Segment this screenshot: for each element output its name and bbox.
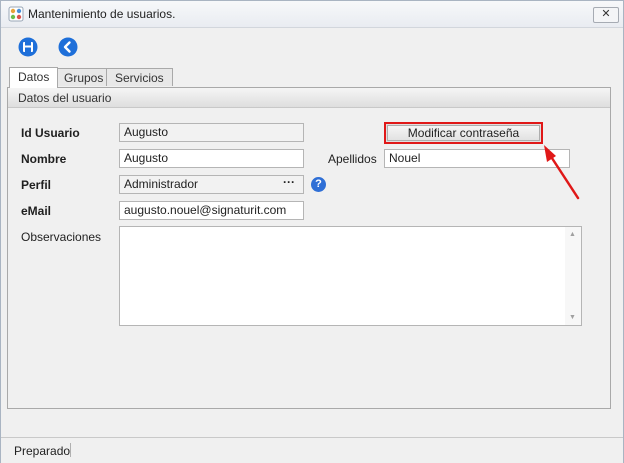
nombre-field[interactable]: Augusto <box>119 149 304 168</box>
floppy-disk-icon <box>18 37 38 57</box>
window-title: Mantenimiento de usuarios. <box>28 7 176 21</box>
save-button[interactable] <box>14 33 42 61</box>
section-title: Datos del usuario <box>18 91 112 105</box>
app-icon <box>8 6 24 22</box>
status-text: Preparado <box>14 444 71 458</box>
back-arrow-icon <box>58 37 78 57</box>
perfil-label: Perfil <box>21 178 52 192</box>
close-icon: ✕ <box>601 8 611 20</box>
perfil-value: Administrador <box>124 177 199 191</box>
apellidos-field[interactable]: Nouel <box>384 149 570 168</box>
section-header: Datos del usuario <box>8 88 610 108</box>
modify-password-label: Modificar contraseña <box>387 125 540 141</box>
apellidos-label: Apellidos <box>328 152 377 166</box>
id-usuario-field: Augusto <box>119 123 304 142</box>
email-label: eMail <box>21 204 52 218</box>
close-button[interactable]: ✕ <box>593 7 619 23</box>
main-window: Mantenimiento de usuarios. ✕ Datos Grupo… <box>0 0 624 463</box>
nombre-label: Nombre <box>21 152 67 166</box>
help-icon[interactable]: ? <box>311 177 326 192</box>
toolbar <box>9 33 209 63</box>
modify-password-button[interactable]: Modificar contraseña <box>384 122 543 144</box>
tab-grupos[interactable]: Grupos <box>55 68 113 86</box>
status-separator <box>70 443 71 457</box>
status-bar: Preparado <box>1 437 623 463</box>
observaciones-textarea[interactable]: ▲ ▼ <box>119 226 582 326</box>
vertical-scrollbar[interactable]: ▲ ▼ <box>565 227 581 325</box>
back-button[interactable] <box>54 33 82 61</box>
email-field[interactable]: augusto.nouel@signaturit.com <box>119 201 304 220</box>
observaciones-label: Observaciones <box>21 230 102 244</box>
scroll-down-icon[interactable]: ▼ <box>569 314 576 321</box>
scroll-up-icon[interactable]: ▲ <box>569 231 576 238</box>
tab-servicios[interactable]: Servicios <box>106 68 173 86</box>
title-bar: Mantenimiento de usuarios. ✕ <box>1 1 623 28</box>
id-usuario-label: Id Usuario <box>21 126 80 140</box>
perfil-field[interactable]: Administrador <box>119 175 304 194</box>
perfil-ellipsis-button[interactable]: ··· <box>282 176 296 191</box>
tab-datos[interactable]: Datos <box>9 67 59 88</box>
